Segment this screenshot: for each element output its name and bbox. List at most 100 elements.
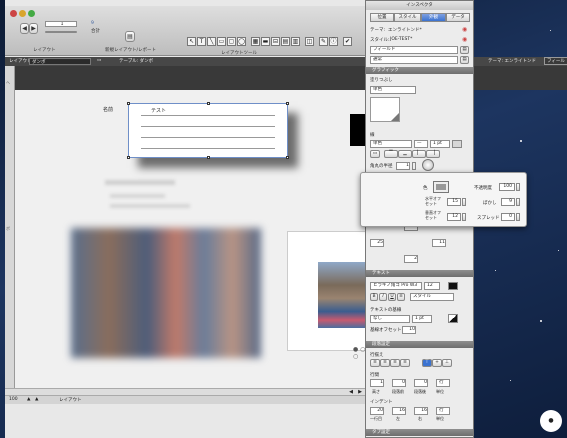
valign-bottom-button[interactable]: ⊥ (442, 359, 452, 367)
v-offset-stepper[interactable] (462, 213, 466, 221)
scroll-right-icon[interactable]: ▶ (358, 389, 362, 395)
previous-record-button[interactable]: ◀ (20, 23, 29, 34)
indent-first-input[interactable]: 20 (370, 407, 384, 415)
underline-button[interactable]: U (388, 293, 396, 301)
fill-select[interactable]: 単色 (370, 86, 416, 94)
field-picker-button[interactable]: フィール (544, 57, 567, 65)
h-offset-stepper[interactable] (462, 198, 466, 206)
zoom-value[interactable]: 100 (9, 397, 18, 402)
blur-input[interactable]: 9 (501, 198, 515, 206)
border-right-button[interactable]: ▕ (426, 150, 440, 158)
align-left-button[interactable]: ≡ (370, 359, 380, 367)
selection-handle[interactable] (286, 156, 289, 159)
inspector-icon[interactable]: ⓘ (329, 37, 338, 46)
valign-top-button[interactable]: ⊤ (422, 359, 432, 367)
page-slider[interactable] (45, 31, 77, 33)
line-style-select[interactable]: 単色 (370, 140, 412, 148)
tab-position[interactable]: 位置 (370, 13, 394, 22)
layout-settings-icon[interactable]: ▭ (97, 58, 101, 63)
baseline-input[interactable]: 10 (402, 326, 416, 334)
indent-unit-select[interactable]: 行 (436, 407, 450, 415)
section-tab[interactable]: タブ設定 (366, 429, 473, 436)
tab-style[interactable]: スタイル (394, 13, 421, 22)
padding-left-input[interactable]: 25 (370, 239, 384, 247)
selection-handle[interactable] (127, 102, 130, 105)
tab-data[interactable]: データ (446, 13, 470, 22)
blur-stepper[interactable] (516, 198, 520, 206)
rounded-rect-tool-icon[interactable]: ▢ (227, 37, 236, 46)
state-options-button[interactable]: ▤ (460, 56, 469, 64)
opacity-stepper[interactable] (516, 183, 520, 191)
minimize-button[interactable] (19, 10, 26, 17)
spread-input[interactable]: 0 (501, 213, 515, 221)
indent-left-input[interactable]: 16 (392, 407, 406, 415)
font-size-input[interactable]: 12 (424, 282, 440, 290)
section-text[interactable]: テキスト (366, 270, 473, 277)
border-top-button[interactable]: ▔ (384, 150, 398, 158)
selection-handle[interactable] (286, 102, 289, 105)
underline-width-select[interactable]: 1 pt (412, 315, 432, 323)
shadow-settings-button[interactable] (422, 159, 434, 171)
next-record-button[interactable]: ▶ (29, 23, 38, 34)
align-justify-button[interactable]: ≡ (400, 359, 410, 367)
text-color-swatch[interactable] (448, 282, 458, 290)
line-color-swatch[interactable] (452, 140, 462, 148)
horizontal-scrollbar[interactable]: ◀ ▶ (5, 388, 366, 396)
spread-stepper[interactable] (516, 213, 520, 221)
pointer-tool-icon[interactable]: ↖ (187, 37, 196, 46)
rectangle-tool-icon[interactable]: ▭ (217, 37, 226, 46)
fill-swatch[interactable] (370, 97, 400, 122)
manage-icon[interactable]: ✔ (343, 37, 352, 46)
radius-stepper[interactable] (412, 162, 416, 170)
spacing-unit-select[interactable]: 行 (436, 379, 450, 387)
border-bottom-button[interactable]: ▁ (398, 150, 412, 158)
selection-handle[interactable] (127, 156, 130, 159)
chart-tool-icon[interactable]: ▥ (291, 37, 300, 46)
close-button[interactable] (10, 10, 17, 17)
spacing-after-input[interactable]: 0 (414, 379, 428, 387)
v-offset-input[interactable]: 12 (447, 213, 461, 221)
new-layout-button[interactable]: ▤ (125, 31, 135, 42)
zoom-out-icon[interactable]: ▲ (27, 397, 30, 402)
tab-appearance[interactable]: 外観 (421, 13, 446, 22)
indent-right-input[interactable]: 16 (414, 407, 428, 415)
section-paragraph[interactable]: 段落設定 (366, 341, 473, 348)
italic-button[interactable]: I (379, 293, 387, 301)
line-pattern-select[interactable]: — (414, 140, 428, 148)
padding-bottom-input[interactable]: 2 (404, 255, 418, 263)
zoom-button[interactable] (28, 10, 35, 17)
border-left-button[interactable]: ▏ (412, 150, 426, 158)
portal-tool-icon[interactable]: ▤ (281, 37, 290, 46)
scroll-left-icon[interactable]: ◀ (349, 389, 353, 395)
line-tool-icon[interactable]: ╲ (207, 37, 216, 46)
valign-middle-button[interactable]: + (432, 359, 442, 367)
opacity-input[interactable]: 100 (499, 183, 515, 191)
theme-status-icon[interactable]: ◉ (462, 26, 467, 33)
underline-color-swatch[interactable] (448, 314, 458, 323)
page-number-input[interactable]: 1 (45, 21, 77, 27)
state-select[interactable]: 通常 (370, 56, 458, 64)
field-tool-icon[interactable]: ▦ (251, 37, 260, 46)
layout-popup[interactable]: ダンボ (29, 58, 91, 65)
style-popup[interactable]: スタイル (410, 293, 454, 301)
section-graphic[interactable]: グラフィック (366, 67, 473, 74)
strike-button[interactable]: ≡ (397, 293, 405, 301)
zoom-in-icon[interactable]: ▲ (35, 397, 38, 402)
style-status-icon[interactable]: ◉ (462, 36, 467, 43)
object-type-select[interactable]: フィールド (370, 46, 458, 54)
spacing-height-input[interactable]: 1 (370, 379, 384, 387)
oval-tool-icon[interactable]: ◯ (237, 37, 246, 46)
selection-handle[interactable] (207, 102, 210, 105)
selected-field[interactable]: テスト (127, 102, 289, 159)
line-width-select[interactable]: 1 pt (430, 140, 450, 148)
text-tool-icon[interactable]: T (197, 37, 206, 46)
align-right-button[interactable]: ≡ (390, 359, 400, 367)
spacing-before-input[interactable]: 0 (392, 379, 406, 387)
underline-select[interactable]: なし (370, 315, 410, 323)
padding-right-input[interactable]: 11 (432, 239, 446, 247)
font-select[interactable]: ヒラギノ角ゴ Pro W3 (370, 282, 422, 290)
button-tool-icon[interactable]: ▬ (261, 37, 270, 46)
radius-input[interactable]: 1 (396, 162, 410, 170)
format-painter-icon[interactable]: ✎ (319, 37, 328, 46)
border-all-button[interactable]: ▭ (370, 150, 380, 158)
